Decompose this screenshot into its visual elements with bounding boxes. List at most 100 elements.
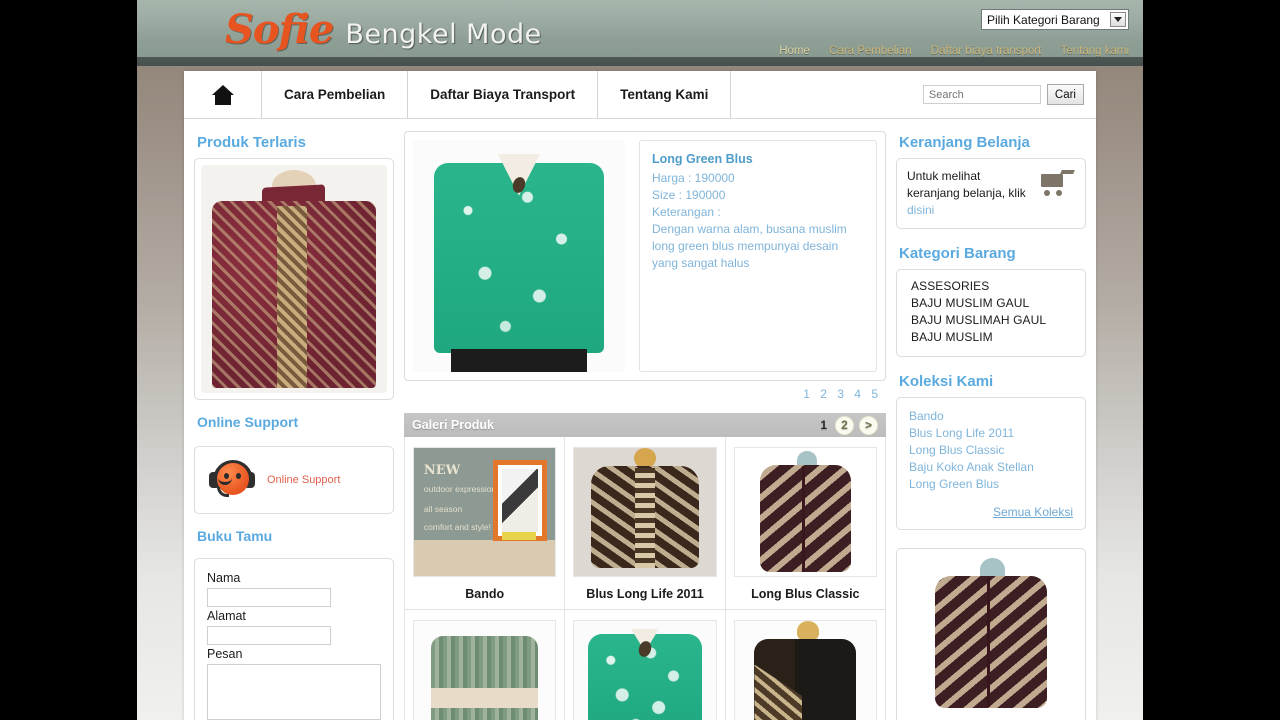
side-product-image[interactable] xyxy=(903,555,1079,713)
featured-page-5[interactable]: 5 xyxy=(871,387,878,401)
main-navigation: Cara Pembelian Daftar Biaya Transport Te… xyxy=(184,71,1096,119)
koleksi-item[interactable]: Long Green Blus xyxy=(909,476,1073,493)
gallery-item-image[interactable] xyxy=(573,620,717,720)
gallery-item[interactable]: Long Blus Classic xyxy=(725,437,886,610)
featured-product: Long Green Blus Harga : 190000 Size : 19… xyxy=(404,131,886,381)
online-support-title: Online Support xyxy=(197,414,299,430)
gallery-item-image[interactable] xyxy=(733,447,877,577)
kategori-item[interactable]: ASSESORIES xyxy=(911,278,1075,295)
featured-page-3[interactable]: 3 xyxy=(837,387,844,401)
gallery-item[interactable] xyxy=(565,610,726,720)
online-support-label: Online Support xyxy=(267,474,341,486)
ad-line-2: outdoor expressions xyxy=(423,483,501,494)
koleksi-kami-title: Koleksi Kami xyxy=(899,373,994,390)
featured-product-image[interactable] xyxy=(413,140,625,372)
gallery-item-image[interactable] xyxy=(733,620,877,720)
search-area: Cari xyxy=(922,71,1096,118)
alamat-input[interactable] xyxy=(207,626,331,645)
left-sidebar: Produk Terlaris Online Support Online Su… xyxy=(194,131,394,720)
nav-item-tentang-kami[interactable]: Tentang Kami xyxy=(598,71,732,118)
top-link-cara-pembelian[interactable]: Cara Pembelian xyxy=(829,45,911,57)
chevron-down-icon[interactable] xyxy=(1110,12,1126,27)
produk-terlaris-title: Produk Terlaris xyxy=(197,134,306,151)
category-select[interactable]: Pilih Kategori Barang xyxy=(981,9,1129,30)
koleksi-item[interactable]: Long Blus Classic xyxy=(909,442,1073,459)
home-icon xyxy=(211,84,234,105)
keranjang-disini-link[interactable]: disini xyxy=(907,203,934,217)
kategori-item[interactable]: BAJU MUSLIMAH GAUL xyxy=(911,312,1075,329)
top-link-home[interactable]: Home xyxy=(779,45,810,57)
koleksi-item[interactable]: Bando xyxy=(909,408,1073,425)
gallery-item[interactable] xyxy=(405,610,566,720)
nama-input[interactable] xyxy=(207,588,331,607)
ad-line-1: NEW xyxy=(423,463,461,479)
kategori-item[interactable]: BAJU MUSLIM xyxy=(911,329,1075,346)
gallery-item-image[interactable] xyxy=(413,620,557,720)
featured-product-name: Long Green Blus xyxy=(652,152,753,166)
featured-page-1[interactable]: 1 xyxy=(803,387,810,401)
semua-koleksi-wrap: Semua Koleksi xyxy=(909,503,1073,521)
gallery-item[interactable]: Blus Long Life 2011 xyxy=(565,437,726,610)
nav-item-home[interactable] xyxy=(184,71,262,118)
online-support-panel[interactable]: Online Support xyxy=(194,446,394,514)
koleksi-item[interactable]: Blus Long Life 2011 xyxy=(909,425,1073,442)
keranjang-belanja-panel: Untuk melihat keranjang belanja, klik di… xyxy=(896,158,1086,229)
top-link-tentang-kami[interactable]: Tentang kami xyxy=(1061,45,1129,57)
featured-product-keterangan: Dengan warna alam, busana muslim long gr… xyxy=(652,222,847,270)
category-select-value: Pilih Kategori Barang xyxy=(987,12,1100,27)
right-sidebar: Keranjang Belanja Untuk melihat keranjan… xyxy=(896,131,1086,720)
featured-page-2[interactable]: 2 xyxy=(820,387,827,401)
gallery-pagination: 1 2 > xyxy=(817,415,878,435)
browser-page: Sofie Bengkel Mode Pilih Kategori Barang… xyxy=(137,0,1143,720)
headset-smiley-icon xyxy=(209,460,255,500)
gallery-item-name: Blus Long Life 2011 xyxy=(586,587,704,601)
search-input[interactable] xyxy=(922,85,1041,104)
nav-item-cara-pembelian[interactable]: Cara Pembelian xyxy=(262,71,409,118)
koleksi-item[interactable]: Baju Koko Anak Stellan xyxy=(909,459,1073,476)
ad-line-4: comfort and style! xyxy=(423,522,491,533)
featured-product-keterangan-label: Keterangan : xyxy=(652,205,721,219)
featured-product-harga: Harga : 190000 xyxy=(652,171,735,185)
main-column: Long Green Blus Harga : 190000 Size : 19… xyxy=(404,131,886,720)
gallery-header: Galeri Produk 1 2 > xyxy=(404,413,886,437)
gallery-title: Galeri Produk xyxy=(412,418,494,432)
featured-product-info: Long Green Blus Harga : 190000 Size : 19… xyxy=(639,140,877,372)
produk-terlaris-panel[interactable] xyxy=(194,158,394,400)
gallery-item-name: Bando xyxy=(465,587,505,601)
screen: Sofie Bengkel Mode Pilih Kategori Barang… xyxy=(0,0,1280,720)
logo-secondary-text: Bengkel Mode xyxy=(345,19,542,50)
keranjang-belanja-text: Untuk melihat keranjang belanja, klik di… xyxy=(907,168,1035,219)
featured-pagination: 1 2 3 4 5 xyxy=(404,381,886,403)
shopping-cart-icon[interactable] xyxy=(1039,170,1075,198)
featured-product-size: Size : 190000 xyxy=(652,188,726,202)
gallery-item[interactable]: NEW outdoor expressions all season comfo… xyxy=(405,437,566,610)
label-pesan: Pesan xyxy=(207,647,243,661)
semua-koleksi-link[interactable]: Semua Koleksi xyxy=(993,505,1073,519)
logo-primary-text: Sofie xyxy=(225,6,334,53)
content-card: Cara Pembelian Daftar Biaya Transport Te… xyxy=(184,71,1096,720)
nav-item-daftar-biaya-transport[interactable]: Daftar Biaya Transport xyxy=(408,71,599,118)
produk-terlaris-image[interactable] xyxy=(201,165,387,393)
site-banner: Sofie Bengkel Mode Pilih Kategori Barang… xyxy=(137,0,1143,66)
gallery-item[interactable] xyxy=(726,610,886,720)
ad-line-3: all season xyxy=(423,504,463,515)
gallery-item-image[interactable] xyxy=(573,447,717,577)
kategori-item[interactable]: BAJU MUSLIM GAUL xyxy=(911,295,1075,312)
koleksi-kami-list: Bando Blus Long Life 2011 Long Blus Clas… xyxy=(896,397,1086,530)
site-logo[interactable]: Sofie Bengkel Mode xyxy=(225,6,542,53)
banner-bottom-strip xyxy=(137,57,1143,66)
gallery-item-image[interactable]: NEW outdoor expressions all season comfo… xyxy=(413,447,557,577)
top-link-daftar-biaya-transport[interactable]: Daftar biaya transport xyxy=(931,45,1042,57)
gallery-item-name: Long Blus Classic xyxy=(751,587,860,601)
content-columns: Produk Terlaris Online Support Online Su… xyxy=(184,119,1096,720)
side-product-card[interactable]: Long Blus Classic xyxy=(896,548,1086,720)
search-button[interactable]: Cari xyxy=(1046,84,1084,105)
gallery-next-arrow[interactable]: > xyxy=(859,415,878,435)
gallery-page-1[interactable]: 1 xyxy=(817,418,830,432)
gallery-page-2[interactable]: 2 xyxy=(835,415,854,435)
buku-tamu-title: Buku Tamu xyxy=(197,528,273,544)
featured-page-4[interactable]: 4 xyxy=(854,387,861,401)
buku-tamu-form: Nama Alamat Pesan xyxy=(194,558,394,720)
pesan-textarea[interactable] xyxy=(207,664,381,720)
gallery-grid: NEW outdoor expressions all season comfo… xyxy=(404,437,886,720)
